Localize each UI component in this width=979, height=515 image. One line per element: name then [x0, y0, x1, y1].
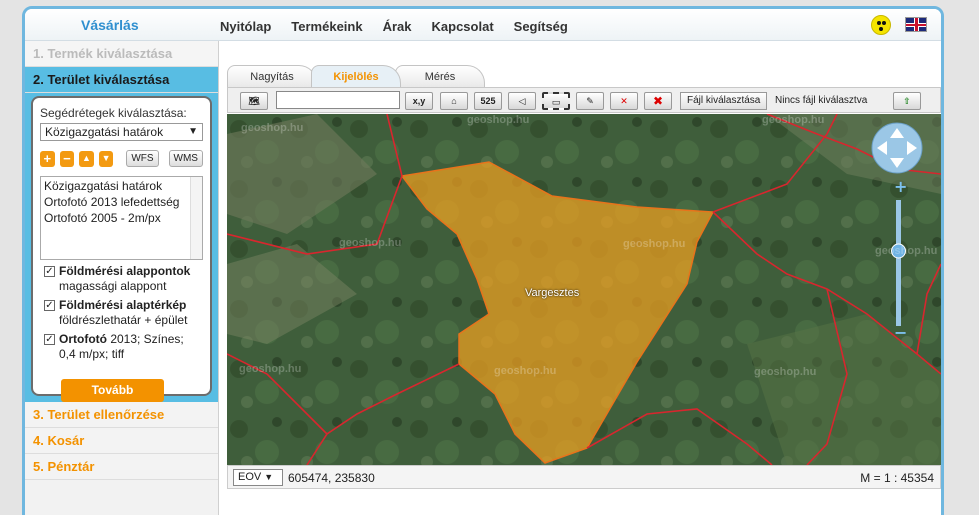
- nav-home[interactable]: Nyitólap: [220, 19, 271, 34]
- projection-select[interactable]: EOV ▼: [233, 469, 283, 486]
- house-icon[interactable]: ⌂: [440, 92, 468, 110]
- watermark: geoshop.hu: [762, 114, 825, 126]
- map-zone: Nagyítás Kijelölés Mérés 🗺 x,y ⌂ 525 ◁ ▭…: [227, 63, 941, 489]
- nav-help[interactable]: Segítség: [514, 19, 568, 34]
- place-label: Vargesztes: [525, 287, 580, 299]
- layer-list[interactable]: Közigazgatási határok Ortofotó 2013 lefe…: [40, 176, 203, 260]
- brand-title[interactable]: Vásárlás: [81, 17, 139, 33]
- svg-text:−: −: [894, 323, 907, 342]
- tab-measure[interactable]: Mérés: [395, 65, 485, 87]
- xy-button[interactable]: x,y: [405, 92, 433, 110]
- wfs-button[interactable]: WFS: [126, 150, 159, 167]
- step-panel-wrap: Segédrétegek kiválasztása: Közigazgatási…: [25, 93, 218, 402]
- main-nav: Nyitólap Termékeink Árak Kapcsolat Segít…: [220, 19, 568, 34]
- search-input[interactable]: [276, 91, 400, 109]
- add-layer-icon[interactable]: +: [40, 150, 55, 167]
- move-down-icon[interactable]: ▼: [98, 150, 114, 167]
- move-up-icon[interactable]: ▲: [79, 150, 94, 167]
- step-select-product[interactable]: 1. Termék kiválasztása: [25, 41, 218, 67]
- step-check-area[interactable]: 3. Terület ellenőrzése: [25, 402, 218, 428]
- checkbox-checked-icon[interactable]: ✓: [44, 266, 55, 277]
- map-canvas: + −: [227, 114, 941, 465]
- check-orthophoto[interactable]: ✓ Ortofotó 2013; Színes; 0,4 m/px; tiff: [40, 332, 203, 362]
- coordinate-readout: 605474, 235830: [288, 471, 375, 485]
- steps-sidebar: 1. Termék kiválasztása 2. Terület kivála…: [25, 41, 219, 515]
- watermark: geoshop.hu: [875, 245, 938, 257]
- polygon-tool-icon[interactable]: ◁: [508, 92, 536, 110]
- search-map-icon[interactable]: 🗺: [240, 92, 268, 110]
- check-title: Földmérési alappontok: [59, 264, 191, 278]
- tab-select[interactable]: Kijelölés: [311, 65, 401, 87]
- list-item[interactable]: Ortofotó 2013 lefedettség: [44, 194, 199, 210]
- watermark: geoshop.hu: [339, 237, 402, 249]
- helper-layer-select[interactable]: Közigazgatási határok ▼: [40, 123, 203, 141]
- tab-zoom[interactable]: Nagyítás: [227, 65, 317, 87]
- layer-buttons: + − ▲ ▼ WFS WMS: [40, 150, 203, 167]
- map-toolbar: 🗺 x,y ⌂ 525 ◁ ▭ ✎ ✕ ✖ Fájl kiválasztása …: [227, 87, 941, 113]
- chevron-down-icon: ▼: [264, 472, 274, 482]
- check-base-map[interactable]: ✓ Földmérési alaptérkép földrészlethatár …: [40, 298, 203, 328]
- pan-control: [871, 122, 923, 174]
- map-tabs: Nagyítás Kijelölés Mérés: [227, 65, 485, 87]
- file-select-button[interactable]: Fájl kiválasztása: [680, 92, 768, 110]
- list-item[interactable]: Közigazgatási határok: [44, 178, 199, 194]
- nav-contact[interactable]: Kapcsolat: [432, 19, 494, 34]
- step-checkout[interactable]: 5. Pénztár: [25, 454, 218, 480]
- wms-button[interactable]: WMS: [168, 150, 203, 167]
- watermark: geoshop.hu: [467, 114, 530, 126]
- check-title: Ortofotó: [59, 332, 107, 346]
- upload-map-icon[interactable]: ⇧: [893, 92, 921, 110]
- chevron-down-icon: ▼: [188, 126, 198, 137]
- scale-button[interactable]: 525: [474, 92, 502, 110]
- no-file-label: Nincs fájl kiválasztva: [775, 95, 868, 106]
- check-subtitle: földrészlethatár + épület: [59, 313, 188, 327]
- delete-point-icon[interactable]: ✕: [610, 92, 638, 110]
- accessibility-icon[interactable]: [871, 15, 891, 35]
- edit-shape-icon[interactable]: ✎: [576, 92, 604, 110]
- rectangle-select-icon[interactable]: ▭: [542, 92, 570, 110]
- watermark: geoshop.hu: [494, 365, 557, 377]
- check-subtitle: magassági alappont: [59, 279, 167, 293]
- svg-text:+: +: [894, 177, 907, 196]
- helper-layers-label: Segédrétegek kiválasztása:: [40, 106, 187, 120]
- scale-readout: M = 1 : 45354: [860, 471, 934, 485]
- watermark: geoshop.hu: [754, 366, 817, 378]
- list-item[interactable]: Ortofotó 2005 - 2m/px: [44, 210, 199, 226]
- watermark: geoshop.hu: [623, 238, 686, 250]
- helper-layer-value: Közigazgatási határok: [45, 125, 164, 139]
- app-frame: Vásárlás Nyitólap Termékeink Árak Kapcso…: [22, 6, 944, 515]
- nav-prices[interactable]: Árak: [383, 19, 412, 34]
- watermark: geoshop.hu: [241, 122, 304, 134]
- layer-panel: Segédrétegek kiválasztása: Közigazgatási…: [31, 96, 212, 402]
- check-geodetic-points[interactable]: ✓ Földmérési alappontok magassági alappon…: [40, 264, 203, 294]
- scrollbar[interactable]: [190, 177, 202, 259]
- nav-products[interactable]: Termékeink: [291, 19, 362, 34]
- delete-all-icon[interactable]: ✖: [644, 92, 672, 110]
- remove-layer-icon[interactable]: −: [59, 150, 75, 167]
- projection-value: EOV: [238, 471, 262, 483]
- top-bar: Vásárlás Nyitólap Termékeink Árak Kapcso…: [25, 9, 941, 41]
- uk-flag-icon[interactable]: [905, 17, 927, 32]
- checkbox-checked-icon[interactable]: ✓: [44, 334, 55, 345]
- next-button[interactable]: Tovább: [61, 379, 164, 402]
- check-title: Földmérési alaptérkép: [59, 298, 187, 312]
- step-cart[interactable]: 4. Kosár: [25, 428, 218, 454]
- satellite-map[interactable]: + − geoshop.hu geoshop.hu geoshop.hu geo…: [227, 114, 941, 465]
- step-select-area[interactable]: 2. Terület kiválasztása: [25, 67, 218, 93]
- watermark: geoshop.hu: [239, 363, 302, 375]
- checkbox-checked-icon[interactable]: ✓: [44, 300, 55, 311]
- status-bar: EOV ▼ 605474, 235830 M = 1 : 45354: [227, 465, 941, 489]
